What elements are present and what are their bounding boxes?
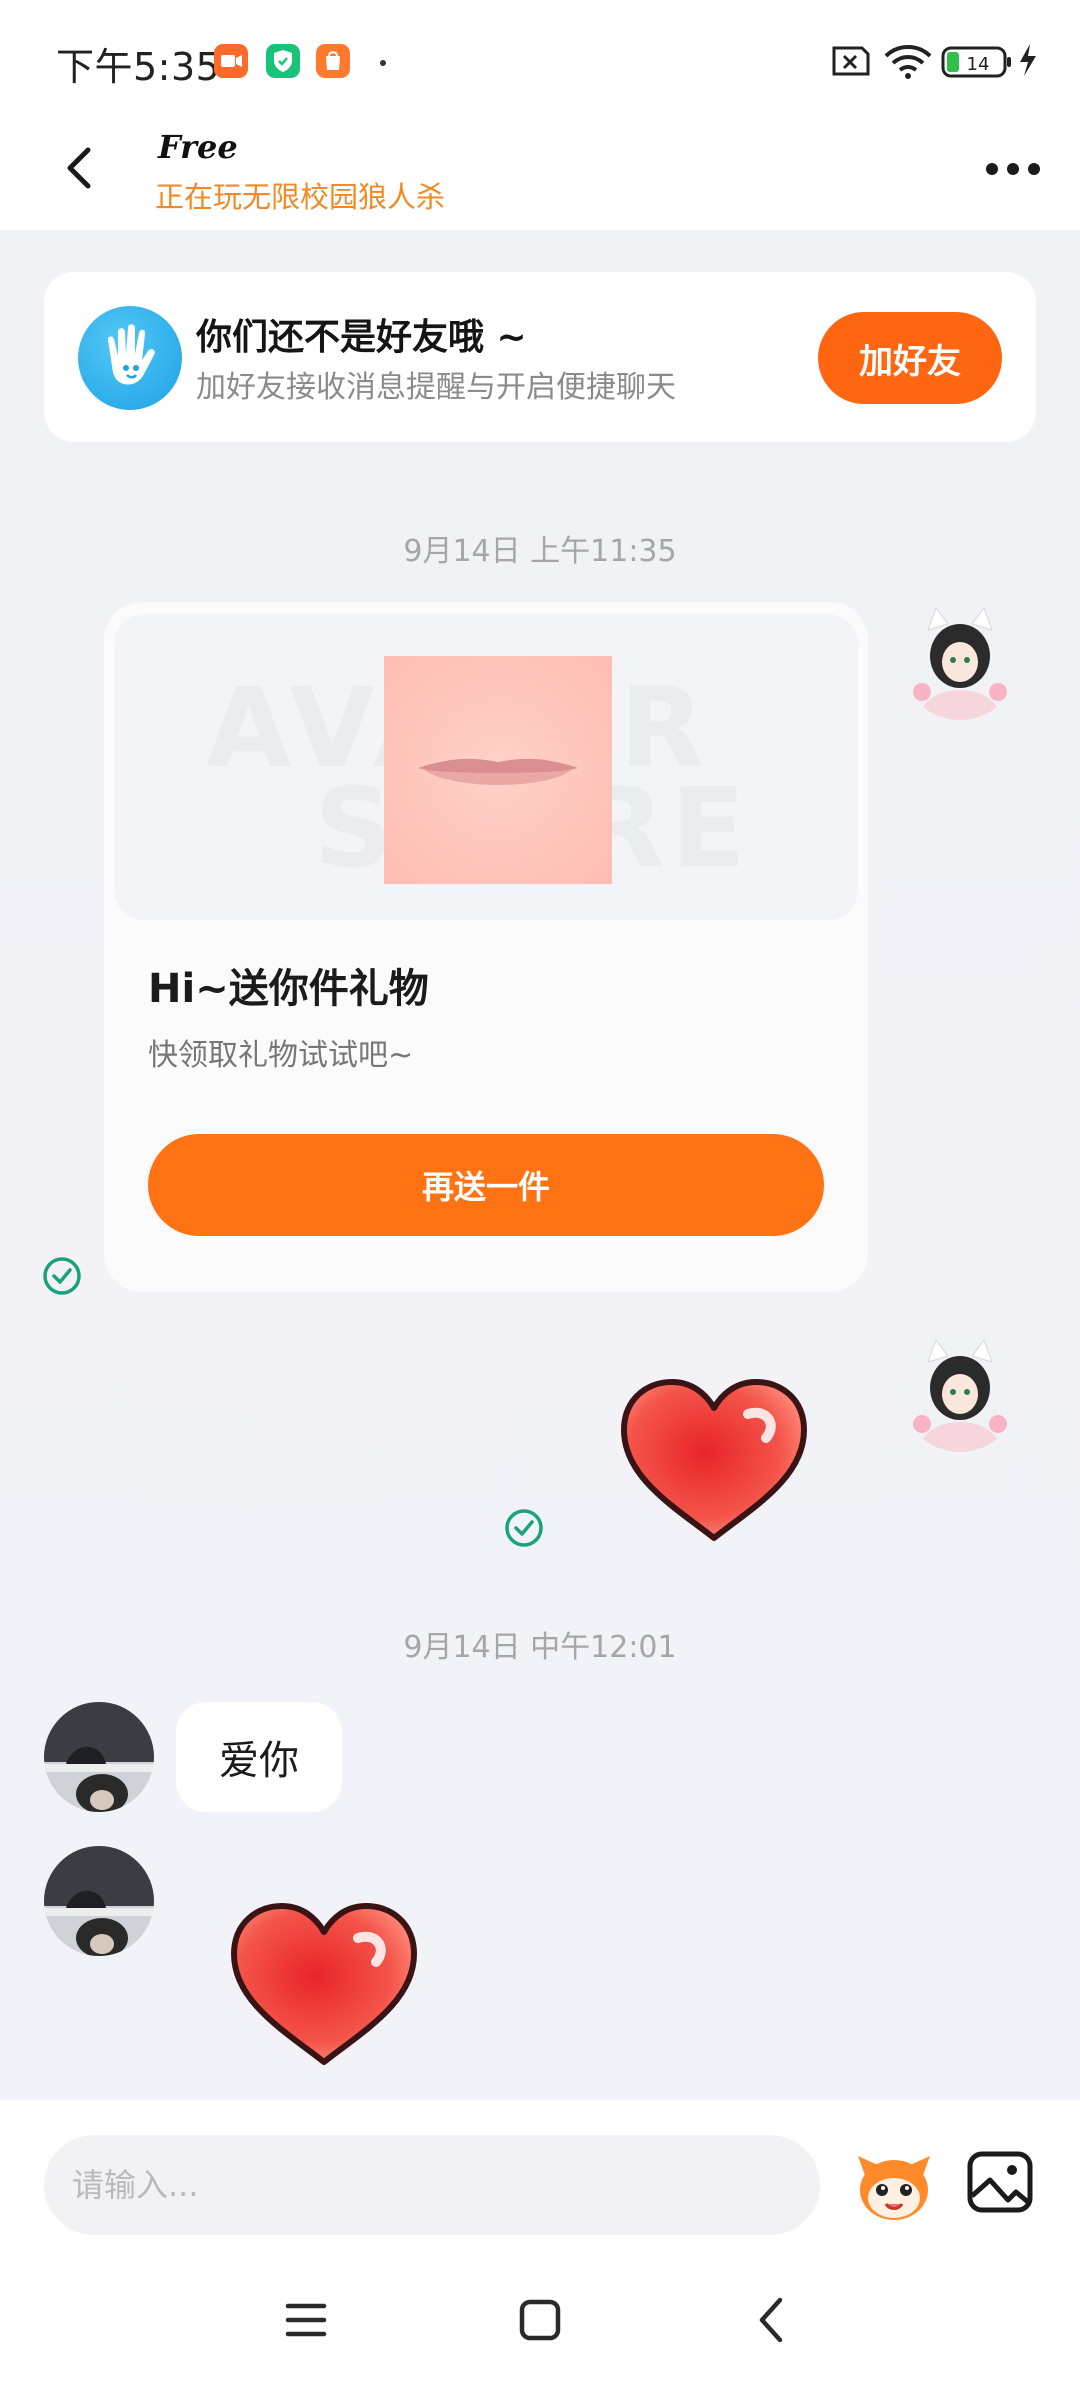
shield-app-icon — [266, 44, 300, 78]
square-home-icon — [519, 2299, 561, 2341]
contact-avatar[interactable] — [44, 1846, 154, 1956]
gift-message-card[interactable]: AVATAR STORE Hi~送你件礼物 快领取礼物试试吧~ 再送一件 — [104, 602, 868, 1292]
check-circle-icon — [504, 1508, 544, 1548]
video-app-icon — [214, 44, 248, 78]
waving-hand-icon — [78, 306, 182, 410]
notification-dot-icon — [380, 60, 386, 66]
nav-menu-button[interactable] — [276, 2290, 336, 2350]
emoji-button[interactable] — [852, 2144, 936, 2228]
received-text-bubble[interactable]: 爱你 — [176, 1702, 342, 1812]
message-text: 爱你 — [219, 1738, 299, 1784]
add-friend-banner: 你们还不是好友哦 ~ 加好友接收消息提醒与开启便捷聊天 加好友 — [44, 272, 1036, 442]
nav-back-button[interactable] — [742, 2290, 802, 2350]
add-friend-button[interactable]: 加好友 — [818, 312, 1002, 404]
back-button[interactable] — [50, 136, 114, 200]
message-input[interactable] — [44, 2135, 820, 2235]
send-image-button[interactable] — [964, 2146, 1036, 2218]
contact-name[interactable]: Free — [158, 128, 238, 166]
contact-activity-status[interactable]: 正在玩无限校园狼人杀 — [155, 174, 445, 216]
emoji-mascot-icon — [858, 2156, 930, 2220]
nav-home-button[interactable] — [510, 2290, 570, 2350]
wifi-icon — [884, 45, 932, 79]
chevron-left-icon — [67, 147, 91, 189]
send-another-gift-button[interactable]: 再送一件 — [148, 1134, 824, 1236]
status-bar: 下午5:35 14 — [0, 0, 1080, 118]
svg-text:14: 14 — [967, 54, 990, 75]
my-avatar[interactable] — [900, 600, 1020, 720]
message-timestamp: 9月14日 上午11:35 — [403, 534, 677, 569]
gift-title: Hi~送你件礼物 — [148, 966, 429, 1012]
charging-icon — [1020, 44, 1036, 76]
gift-preview-image: AVATAR STORE — [114, 614, 858, 920]
triangle-back-icon — [759, 2297, 783, 2343]
my-avatar[interactable] — [900, 1332, 1020, 1452]
menu-lines-icon — [285, 2303, 327, 2337]
lips-item-image — [384, 656, 612, 884]
system-nav-bar — [0, 2250, 1080, 2400]
shop-app-icon — [316, 44, 350, 78]
message-input-bar — [0, 2100, 1080, 2250]
battery-icon: 14 — [941, 46, 1011, 78]
heart-sticker-received[interactable] — [226, 1898, 422, 2070]
more-options-button[interactable] — [978, 144, 1048, 194]
chat-message-list[interactable]: 你们还不是好友哦 ~ 加好友接收消息提醒与开启便捷聊天 加好友 9月14日 上午… — [0, 230, 1080, 2100]
banner-subtitle: 加好友接收消息提醒与开启便捷聊天 — [196, 370, 676, 405]
image-icon — [967, 2151, 1033, 2213]
gift-description: 快领取礼物试试吧~ — [148, 1038, 414, 1073]
chat-screen: 下午5:35 14 Free 正在玩无限校园狼人杀 你们还不是好友哦 ~ 加好友… — [0, 0, 1080, 2400]
more-dots-icon — [986, 163, 1040, 175]
status-time: 下午5:35 — [56, 45, 221, 89]
message-timestamp: 9月14日 中午12:01 — [403, 1630, 677, 1665]
system-indicators: 14 — [828, 40, 1044, 80]
heart-sticker-sent[interactable] — [616, 1374, 812, 1546]
chat-header: Free 正在玩无限校园狼人杀 — [0, 118, 1080, 230]
banner-title: 你们还不是好友哦 ~ — [196, 317, 527, 358]
contact-avatar[interactable] — [44, 1702, 154, 1812]
sim-off-icon — [832, 46, 870, 76]
check-circle-icon — [42, 1256, 82, 1296]
